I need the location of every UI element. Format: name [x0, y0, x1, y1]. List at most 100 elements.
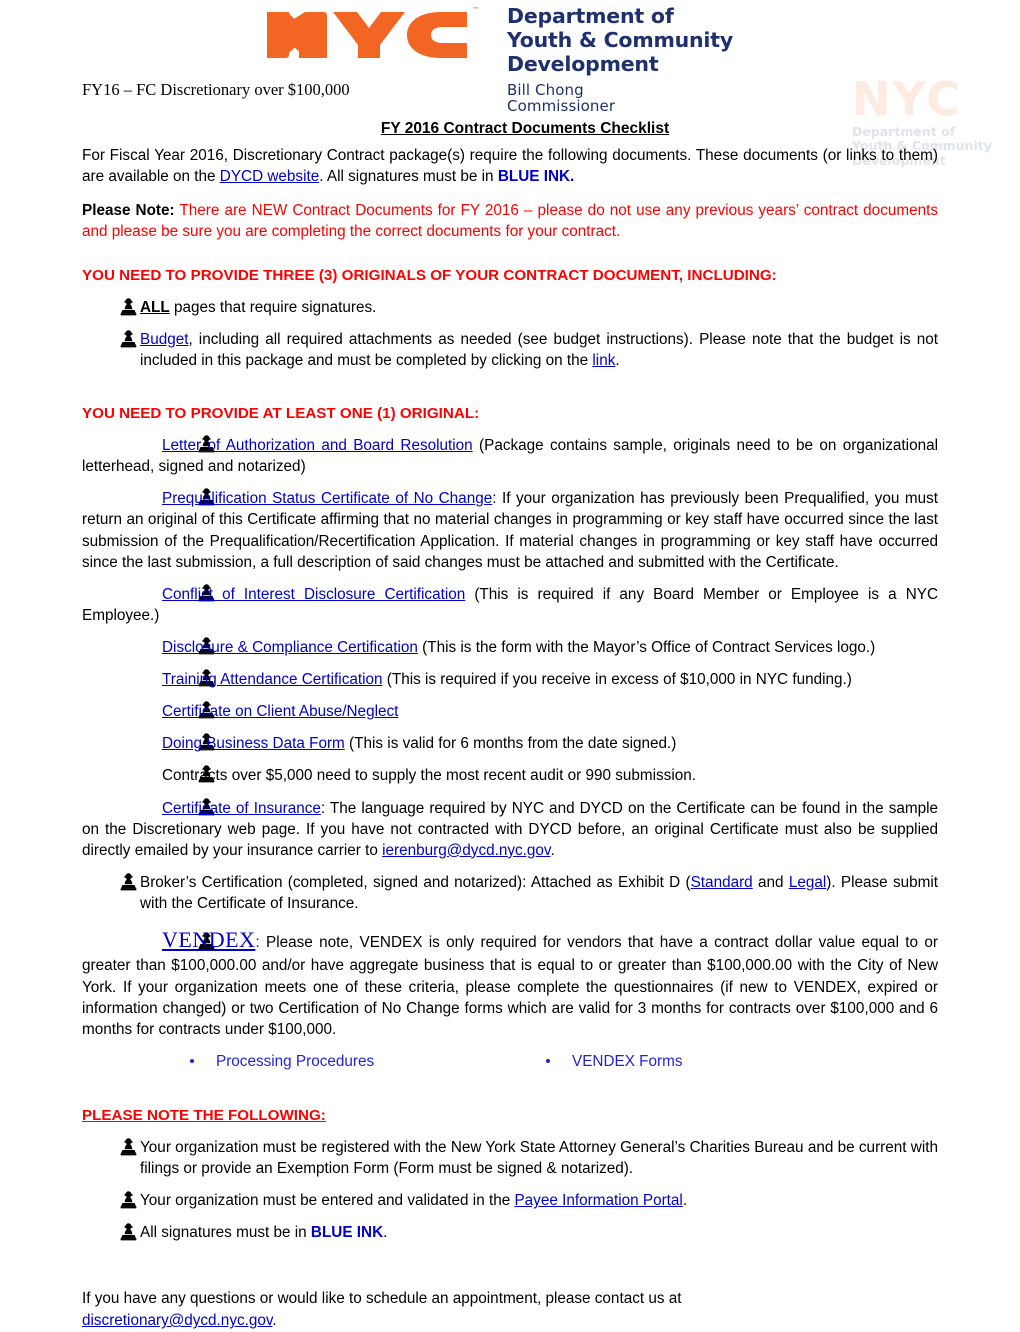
- vendex-sublink-label: VENDEX Forms: [572, 1052, 683, 1070]
- client-abuse-neglect-link[interactable]: Certificate on Client Abuse/Neglect: [162, 703, 398, 720]
- list-item: Broker’s Certification (completed, signe…: [82, 872, 938, 914]
- disclosure-compliance-text: (This is the form with the Mayor’s Offic…: [417, 638, 876, 656]
- budget-inline-link[interactable]: link: [592, 352, 615, 369]
- person-bullet-icon: [120, 330, 137, 348]
- payee-portal-text-a: Your organization must be entered and va…: [140, 1192, 515, 1210]
- discretionary-email-link[interactable]: discretionary@dycd.nyc.gov: [82, 1312, 272, 1329]
- document-page: NYC Department of Youth & Community Deve…: [0, 0, 1020, 1329]
- bullet-dot-icon: [546, 1058, 550, 1063]
- person-bullet-icon: [120, 873, 137, 891]
- person-bullet-icon: [140, 488, 215, 506]
- list-item: Budget, including all required attachmen…: [82, 329, 938, 371]
- audit-990-text: Contracts over $5,000 need to supply the…: [162, 767, 696, 785]
- vendex-sublink-vendex-forms[interactable]: VENDEX Forms: [546, 1051, 683, 1072]
- doing-business-data-form-text: (This is valid for 6 months from the dat…: [344, 735, 677, 753]
- list-item: Certificate on Client Abuse/Neglect: [82, 701, 938, 722]
- person-bullet-icon: [140, 584, 215, 602]
- person-bullet-icon: [140, 797, 215, 816]
- broker-legal-link[interactable]: Legal: [789, 874, 826, 891]
- page-title: FY 2016 Contract Documents Checklist: [380, 120, 670, 137]
- list-item: Contracts over $5,000 need to supply the…: [82, 765, 938, 786]
- broker-text-a: Broker’s Certification (completed, signe…: [140, 873, 691, 891]
- broker-text-mid: and: [752, 873, 789, 891]
- fiscal-year-label: FY16 – FC Discretionary over $100,000: [82, 80, 350, 99]
- signatures-text-b: .: [383, 1224, 388, 1242]
- list-item: Conflict of Interest Disclosure Certific…: [82, 584, 938, 626]
- list-item: ALL pages that require signatures.: [82, 297, 938, 318]
- disclosure-compliance-link[interactable]: Disclosure & Compliance Certification: [162, 639, 418, 656]
- budget-link[interactable]: Budget: [140, 331, 188, 348]
- budget-text: , including all required attachments as …: [140, 330, 938, 369]
- contact-text: If you have any questions or would like …: [82, 1290, 682, 1308]
- contact-footer: If you have any questions or would like …: [82, 1288, 938, 1331]
- one-original-list: Letter of Authorization and Board Resolu…: [82, 435, 938, 1040]
- certificate-of-insurance-text-end: .: [550, 841, 555, 859]
- dycd-website-link[interactable]: DYCD website: [220, 168, 319, 185]
- department-line-2: Youth & Community: [507, 28, 734, 53]
- blue-ink-emphasis: BLUE INK.: [497, 168, 575, 186]
- list-item: Letter of Authorization and Board Resolu…: [82, 435, 938, 477]
- certificate-of-insurance-link[interactable]: Certificate of Insurance: [162, 800, 321, 817]
- charities-bureau-text: Your organization must be registered wit…: [140, 1138, 938, 1178]
- prequalification-status-link[interactable]: Prequalification Status Certificate of N…: [162, 490, 492, 507]
- letter-of-authorization-link[interactable]: Letter of Authorization and Board Resolu…: [162, 437, 473, 454]
- intro-text-b: . All signatures must be in: [319, 168, 498, 186]
- commissioner-block: Bill Chong Commissioner: [507, 80, 733, 116]
- person-bullet-icon: [140, 669, 215, 687]
- person-bullet-icon: [120, 298, 137, 316]
- all-pages-text: pages that require signatures.: [169, 298, 377, 316]
- broker-standard-link[interactable]: Standard: [691, 874, 753, 891]
- list-item: Doing Business Data Form (This is valid …: [82, 733, 938, 754]
- person-bullet-icon: [120, 1223, 137, 1241]
- please-note-text: There are NEW Contract Documents for FY …: [82, 201, 938, 240]
- document-body: FY 2016 Contract Documents Checklist For…: [0, 118, 1020, 1332]
- list-item: Training Attendance Certification (This …: [82, 669, 938, 690]
- intro-paragraph: For Fiscal Year 2016, Discretionary Cont…: [82, 145, 938, 187]
- department-block: Department of Youth & Community Developm…: [507, 4, 733, 115]
- vendex-link[interactable]: VENDEX: [162, 927, 255, 952]
- conflict-of-interest-link[interactable]: Conflict of Interest Disclosure Certific…: [162, 586, 465, 603]
- list-item: All signatures must be in BLUE INK.: [82, 1222, 938, 1243]
- blue-ink-emphasis: BLUE INK: [310, 1224, 384, 1242]
- trademark-symbol: ™: [472, 6, 479, 14]
- please-note-paragraph: Please Note: There are NEW Contract Docu…: [82, 200, 938, 242]
- list-item: Your organization must be entered and va…: [82, 1190, 938, 1211]
- person-bullet-icon: [120, 1191, 137, 1209]
- nyc-logo: ™: [265, 4, 479, 66]
- payee-portal-text-b: .: [682, 1192, 688, 1210]
- all-pages-label: ALL: [140, 298, 170, 316]
- list-item: Prequalification Status Certificate of N…: [82, 488, 938, 572]
- payee-information-portal-link[interactable]: Payee Information Portal: [514, 1192, 682, 1209]
- department-line-1: Department of: [507, 4, 674, 28]
- heading-one-original: YOU NEED TO PROVIDE AT LEAST ONE (1) ORI…: [82, 405, 480, 423]
- person-bullet-icon: [140, 733, 215, 751]
- person-bullet-icon: [140, 637, 215, 655]
- person-bullet-icon: [140, 435, 215, 453]
- please-note-label: Please Note:: [82, 201, 175, 219]
- signatures-text-a: All signatures must be in: [140, 1224, 311, 1242]
- list-item: Your organization must be registered wit…: [82, 1137, 938, 1179]
- contact-period: .: [272, 1312, 277, 1330]
- vendex-sublink-label: Processing Procedures: [216, 1052, 375, 1070]
- training-attendance-link[interactable]: Training Attendance Certification: [162, 671, 383, 688]
- person-bullet-icon: [140, 701, 215, 719]
- department-name: Department of Youth & Community Developm…: [507, 4, 733, 77]
- heading-three-originals: YOU NEED TO PROVIDE THREE (3) ORIGINALS …: [82, 266, 777, 284]
- document-header: ™ Department of Youth & Community Develo…: [0, 0, 1020, 118]
- budget-text-end: .: [615, 352, 620, 369]
- heading-please-note-following: PLEASE NOTE THE FOLLOWING:: [82, 1106, 326, 1124]
- insurance-email-link[interactable]: ierenburg@dycd.nyc.gov: [382, 842, 550, 859]
- please-note-list: Your organization must be registered wit…: [82, 1137, 938, 1243]
- doing-business-data-form-link[interactable]: Doing Business Data Form: [162, 735, 345, 752]
- person-bullet-icon: [140, 765, 215, 783]
- three-originals-list: ALL pages that require signatures. Budge…: [82, 297, 938, 371]
- list-item: Certificate of Insurance: The language r…: [82, 797, 938, 861]
- training-attendance-text: (This is required if you receive in exce…: [382, 671, 852, 689]
- commissioner-title: Commissioner: [507, 97, 616, 116]
- vendex-sublink-processing-procedures[interactable]: Processing Procedures: [190, 1051, 546, 1072]
- vendex-sublinks: Processing Procedures VENDEX Forms: [82, 1051, 938, 1072]
- list-item: Disclosure & Compliance Certification (T…: [82, 637, 938, 658]
- commissioner-name: Bill Chong: [507, 80, 584, 99]
- person-bullet-icon: [120, 1138, 137, 1156]
- department-line-3: Development: [507, 52, 659, 77]
